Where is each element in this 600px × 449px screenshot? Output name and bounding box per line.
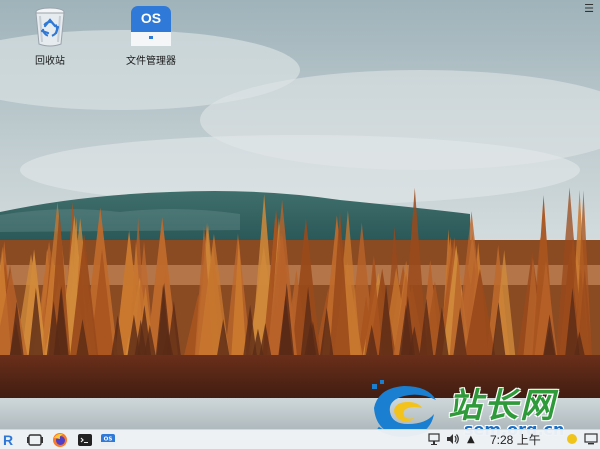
expand-tray-icon[interactable]: ▲ <box>467 432 477 448</box>
desktop[interactable]: 回收站 OS 文件管理器 ☰ 站长网 sem.org.cn R <box>0 0 600 449</box>
desktop-icon[interactable] <box>584 432 598 448</box>
volume-icon[interactable] <box>446 432 460 448</box>
desktop-icon-file-manager[interactable]: OS 文件管理器 <box>119 4 183 67</box>
launcher-button[interactable]: R <box>3 432 17 448</box>
file-manager-icon: OS <box>129 4 173 48</box>
desktop-icon-recycle-bin[interactable]: 回收站 <box>18 4 82 67</box>
network-icon[interactable] <box>428 432 440 448</box>
notification-icon[interactable] <box>566 432 578 448</box>
file-manager-badge: OS <box>140 10 162 26</box>
terminal-icon[interactable] <box>77 432 93 448</box>
file-manager-icon[interactable]: OS <box>100 432 116 448</box>
recycle-bin-icon <box>28 4 72 48</box>
taskbar: R OS ▲ 7:28 上午 <box>0 429 600 449</box>
desktop-icon-label: 文件管理器 <box>126 56 176 67</box>
svg-text:OS: OS <box>104 437 113 443</box>
multitask-view-icon[interactable] <box>26 432 44 448</box>
desktop-icon-label: 回收站 <box>35 56 65 67</box>
firefox-icon[interactable] <box>52 432 68 448</box>
clock[interactable]: 7:28 上午 <box>490 432 554 448</box>
menu-icon[interactable]: ☰ <box>582 2 596 16</box>
